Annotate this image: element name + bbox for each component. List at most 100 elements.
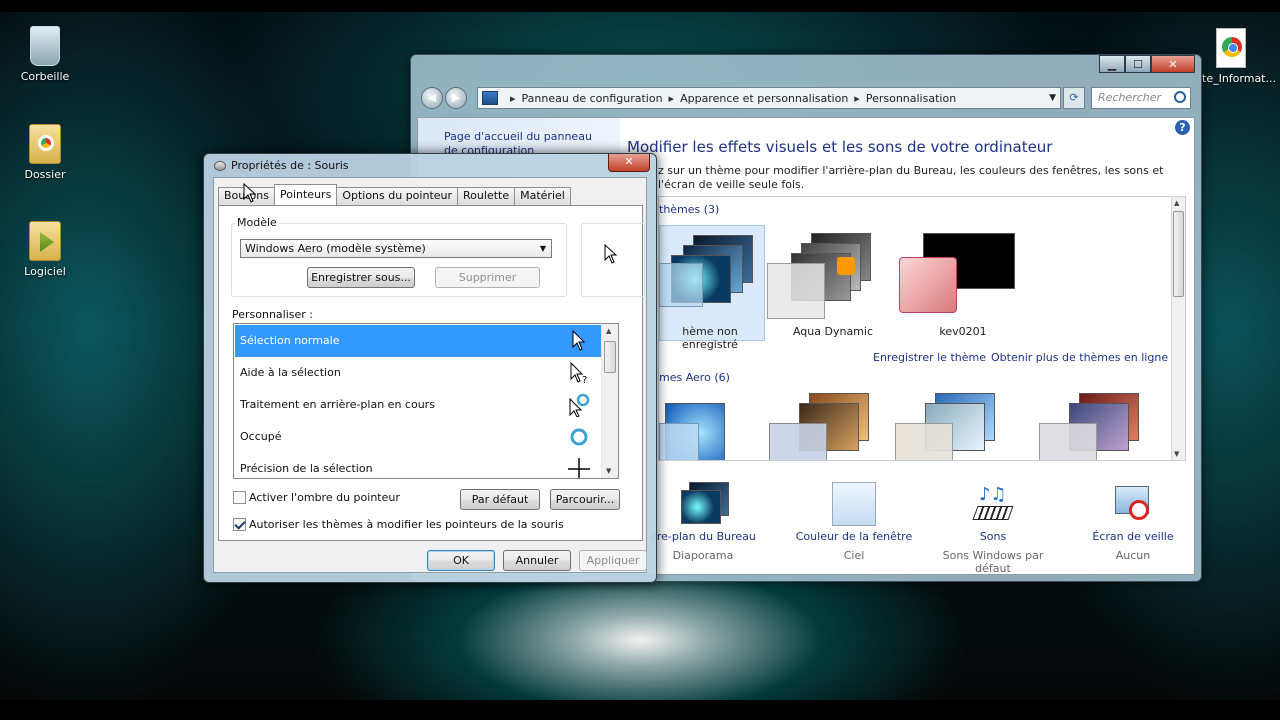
letterbox-bottom — [0, 700, 1280, 720]
breadcrumb-item[interactable]: Personnalisation — [866, 92, 956, 105]
breadcrumb[interactable]: ▸ Panneau de configuration ▸ Apparence e… — [477, 87, 1061, 109]
dialog-title: Propriétés de : Souris — [231, 159, 349, 172]
breadcrumb-item[interactable]: Panneau de configuration — [522, 92, 663, 105]
back-button[interactable]: ◀ — [421, 87, 443, 109]
tab-options-pointeur[interactable]: Options du pointeur — [336, 187, 459, 205]
sounds-setting[interactable]: ♪♫ Sons Sons Windows par défaut — [928, 482, 1058, 575]
aero-themes-header: mes Aero (6) — [659, 371, 730, 384]
close-button[interactable]: ✕ — [1151, 55, 1195, 73]
scroll-up-icon[interactable]: ▲ — [606, 327, 611, 335]
themes-checkbox[interactable] — [233, 518, 246, 531]
scroll-up-icon[interactable]: ▲ — [1174, 199, 1179, 207]
chevron-down-icon[interactable]: ▼ — [1049, 93, 1056, 103]
aero-theme-item[interactable] — [895, 393, 1015, 460]
my-themes-header: thèmes (3) — [659, 203, 720, 216]
list-item[interactable]: Sélection normale — [235, 325, 601, 357]
search-icon — [1174, 91, 1186, 103]
list-item[interactable]: Occupé — [235, 421, 601, 453]
list-item[interactable]: Précision de la sélection — [235, 453, 601, 478]
list-item[interactable]: Aide à la sélection ? — [235, 357, 601, 389]
help-cursor-icon: ? — [570, 361, 587, 385]
theme-label: Aqua Dynamic — [792, 325, 874, 338]
recycle-bin-icon — [30, 26, 60, 66]
more-themes-online-link[interactable]: Obtenir plus de thèmes en ligne — [991, 351, 1168, 364]
help-icon[interactable]: ? — [1175, 120, 1190, 135]
cursor-row-label: Aide à la sélection — [240, 366, 341, 379]
theme-item-kev0201[interactable] — [899, 229, 1029, 339]
apply-button[interactable]: Appliquer — [579, 550, 647, 571]
desktop-icon-dossier[interactable]: Dossier — [9, 124, 81, 181]
shadow-checkbox-row[interactable]: Activer l'ombre du pointeur — [233, 491, 400, 504]
desktop-background-setting[interactable]: ère-plan du Bureau Diaporama — [638, 482, 768, 562]
window-color-setting[interactable]: Couleur de la fenêtre Ciel — [789, 482, 919, 562]
forward-button[interactable]: ▶ — [445, 87, 467, 109]
aero-theme-item[interactable] — [1039, 393, 1159, 460]
save-theme-link[interactable]: Enregistrer le thème — [873, 351, 986, 364]
crosshair-cursor-icon — [568, 458, 590, 478]
desktop-icon-label: Logiciel — [24, 265, 66, 278]
browse-button[interactable]: Parcourir... — [550, 489, 620, 510]
chrome-file-icon — [1216, 28, 1246, 68]
search-input[interactable]: Rechercher — [1091, 87, 1191, 109]
setting-label: Sons — [979, 530, 1007, 543]
cancel-button[interactable]: Annuler — [503, 550, 571, 571]
setting-value: Ciel — [843, 549, 865, 562]
desktop-icon-logiciel[interactable]: Logiciel — [9, 221, 81, 278]
use-default-button[interactable]: Par défaut — [460, 489, 540, 510]
aero-theme-item[interactable] — [769, 393, 879, 460]
breadcrumb-separator-icon: ▸ — [510, 91, 516, 105]
maximize-button[interactable]: ☐ — [1125, 55, 1151, 73]
shadow-checkbox[interactable] — [233, 491, 246, 504]
breadcrumb-item[interactable]: Apparence et personnalisation — [680, 92, 848, 105]
cursor-row-label: Précision de la sélection — [240, 462, 373, 475]
tab-pointeurs[interactable]: Pointeurs — [274, 184, 338, 205]
cursor-row-label: Occupé — [240, 430, 282, 443]
theme-color-swatch — [659, 263, 703, 307]
ok-button[interactable]: OK — [427, 550, 495, 571]
minimize-button[interactable]: ▁ — [1099, 55, 1125, 73]
setting-label: Couleur de la fenêtre — [795, 530, 913, 543]
aero-theme-item[interactable] — [659, 393, 759, 460]
theme-settings-row: ère-plan du Bureau Diaporama Couleur de … — [650, 482, 1178, 575]
refresh-icon[interactable]: ⟳ — [1063, 87, 1085, 109]
theme-item-aqua-dynamic[interactable] — [767, 229, 877, 339]
tab-materiel[interactable]: Matériel — [514, 187, 571, 205]
scroll-down-icon[interactable]: ▼ — [606, 467, 611, 475]
setting-value: Diaporama — [672, 549, 734, 562]
rss-icon — [837, 257, 855, 275]
mouse-properties-dialog[interactable]: Propriétés de : Souris ✕ Boutons Pointeu… — [203, 153, 657, 583]
themes-scrollbar[interactable]: ▲ ▼ — [1171, 197, 1185, 460]
mouse-icon — [214, 160, 226, 171]
theme-item-unsaved[interactable] — [659, 229, 765, 339]
save-as-button[interactable]: Enregistrer sous... — [307, 267, 415, 288]
scheme-select[interactable]: Windows Aero (modèle système) ▼ — [240, 239, 552, 258]
working-in-background-cursor-icon — [569, 393, 590, 417]
list-item[interactable]: Traitement en arrière-plan en cours — [235, 389, 601, 421]
close-button[interactable]: ✕ — [608, 154, 650, 172]
tab-strip: Boutons Pointeurs Options du pointeur Ro… — [218, 184, 571, 205]
dialog-titlebar: Propriétés de : Souris — [214, 159, 349, 172]
scroll-down-icon[interactable]: ▼ — [1174, 450, 1179, 458]
setting-value: Aucun — [1115, 549, 1151, 562]
desktop-background-icon — [681, 482, 729, 526]
cursor-list-scrollbar[interactable]: ▲ ▼ — [601, 324, 618, 478]
breadcrumb-separator-icon: ▸ — [854, 91, 860, 105]
tab-roulette[interactable]: Roulette — [457, 187, 516, 205]
mouse-pointer-icon — [243, 183, 257, 203]
themes-checkbox-row[interactable]: Autoriser les thèmes à modifier les poin… — [233, 518, 564, 531]
theme-color-swatch — [899, 257, 957, 313]
desktop-icon-chrome-file[interactable]: te_Informat... — [1200, 28, 1280, 85]
desktop-icon-label: te_Informat... — [1202, 72, 1276, 85]
customize-label: Personnaliser : — [232, 308, 314, 321]
cursor-list[interactable]: Sélection normale Aide à la sélection ? … — [233, 323, 619, 479]
desktop-icon-recycle-bin[interactable]: Corbeille — [9, 26, 81, 83]
scheme-select-value: Windows Aero (modèle système) — [245, 242, 426, 255]
scrollbar-thumb[interactable] — [1173, 211, 1184, 297]
delete-button[interactable]: Supprimer — [435, 267, 540, 288]
scheme-group-title: Modèle — [235, 216, 279, 229]
search-placeholder: Rechercher — [1098, 91, 1162, 104]
screensaver-setting[interactable]: Écran de veille Aucun — [1068, 482, 1198, 562]
window-controls: ▁ ☐ ✕ — [1099, 55, 1195, 73]
scrollbar-thumb[interactable] — [604, 341, 616, 373]
cursor-row-label: Sélection normale — [240, 334, 340, 347]
